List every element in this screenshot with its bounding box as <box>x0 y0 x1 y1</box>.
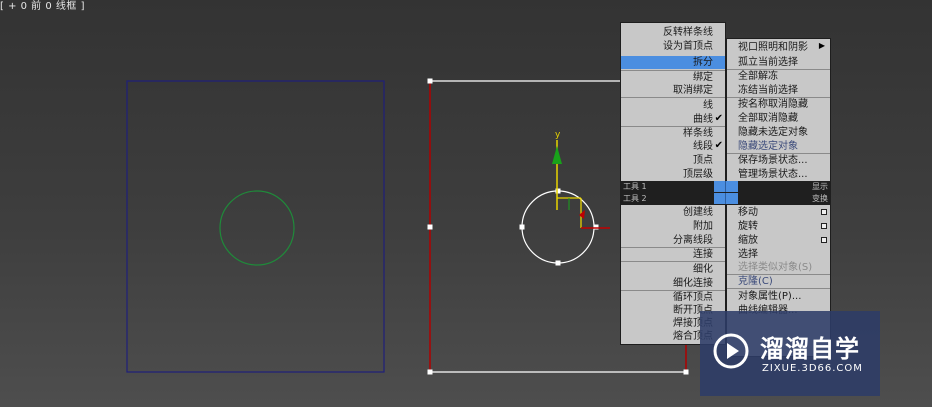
vertex-handle[interactable] <box>519 224 525 230</box>
square-shape[interactable] <box>126 80 385 373</box>
menu-item-curve[interactable]: 曲线 <box>621 113 725 126</box>
menu-item-reverse-spline[interactable]: 反转样条线 <box>621 26 725 39</box>
quad-selector-top[interactable] <box>714 181 738 192</box>
vertex-handle[interactable] <box>427 224 433 230</box>
menu-separator <box>621 97 725 98</box>
watermark: 溜溜自学 ZIXUE.3D66.COM <box>700 311 880 396</box>
watermark-title: 溜溜自学 <box>760 335 860 363</box>
menu-item-select[interactable]: 选择 <box>727 248 830 261</box>
play-logo-icon <box>713 333 749 369</box>
menu-separator <box>621 261 725 262</box>
menu-separator <box>727 288 830 289</box>
menu-item-rotate[interactable]: 旋转 <box>727 220 830 233</box>
submenu-arrow-icon: ▶ <box>818 41 825 50</box>
menu-item-cycle-vertices[interactable]: 循环顶点 <box>621 291 725 304</box>
menu-item-divide[interactable]: 拆分 <box>621 56 725 69</box>
menu-item-save-scene-state[interactable]: 保存场景状态... <box>727 154 830 167</box>
quad-selector-bottom[interactable] <box>714 193 738 204</box>
quad-title-transform: 变换 <box>812 194 828 203</box>
menu-item-move[interactable]: 移动 <box>727 206 830 219</box>
menu-item-hide-unselected[interactable]: 隐藏未选定对象 <box>727 126 830 139</box>
watermark-url: ZIXUE.3D66.COM <box>762 363 863 374</box>
menu-item-detach-segment[interactable]: 分离线段 <box>621 234 725 247</box>
settings-box-icon[interactable] <box>821 237 827 243</box>
quad-title-tools2: 工具 2 <box>623 194 647 203</box>
menu-item-unhide-by-name[interactable]: 按名称取消隐藏 <box>727 98 830 111</box>
menu-item-top-level[interactable]: 顶层级 <box>621 168 725 181</box>
menu-item-unfreeze-all[interactable]: 全部解冻 <box>727 70 830 83</box>
menu-item-refine-connect[interactable]: 细化连接 <box>621 277 725 290</box>
menu-item-viewport-lighting[interactable]: 视口照明和阴影 <box>727 41 830 54</box>
menu-item-make-first[interactable]: 设为首顶点 <box>621 40 725 53</box>
gizmo-y-label: y <box>555 130 561 140</box>
menu-item-freeze-selection[interactable]: 冻结当前选择 <box>727 84 830 97</box>
menu-item-create-line[interactable]: 创建线 <box>621 206 725 219</box>
vertex-handle[interactable] <box>683 369 689 375</box>
menu-item-scale[interactable]: 缩放 <box>727 234 830 247</box>
menu-item-segment[interactable]: 线段 <box>621 140 725 153</box>
quad-title-tools1: 工具 1 <box>623 182 647 191</box>
menu-item-unhide-all[interactable]: 全部取消隐藏 <box>727 112 830 125</box>
menu-item-refine[interactable]: 细化 <box>621 263 725 276</box>
menu-item-unbind[interactable]: 取消绑定 <box>621 84 725 97</box>
checkmark-icon: ✔ <box>714 140 723 151</box>
menu-item-select-similar[interactable]: 选择类似对象(S) <box>727 261 830 274</box>
menu-item-line[interactable]: 线 <box>621 99 725 112</box>
vertex-handle[interactable] <box>427 369 433 375</box>
settings-box-icon[interactable] <box>821 209 827 215</box>
settings-box-icon[interactable] <box>821 223 827 229</box>
checkmark-icon: ✔ <box>714 113 723 124</box>
menu-item-bind[interactable]: 绑定 <box>621 71 725 84</box>
menu-item-attach[interactable]: 附加 <box>621 220 725 233</box>
menu-item-spline[interactable]: 样条线 <box>621 127 725 140</box>
menu-item-hide-selection[interactable]: 隐藏选定对象 <box>727 140 830 153</box>
menu-item-vertex[interactable]: 顶点 <box>621 154 725 167</box>
green-circle-shape[interactable] <box>219 190 295 266</box>
vertex-handle[interactable] <box>427 78 433 84</box>
menu-item-isolate-selection[interactable]: 孤立当前选择 <box>727 56 830 69</box>
menu-item-connect[interactable]: 连接 <box>621 248 725 261</box>
quad-title-display: 显示 <box>812 182 828 191</box>
menu-item-clone[interactable]: 克隆(C) <box>727 275 830 288</box>
menu-item-object-properties[interactable]: 对象属性(P)... <box>727 290 830 303</box>
white-circle-shape[interactable] <box>521 190 595 264</box>
move-gizmo[interactable]: y <box>552 130 610 229</box>
menu-item-manage-scene-states[interactable]: 管理场景状态... <box>727 168 830 181</box>
vertex-handle[interactable] <box>555 260 561 266</box>
